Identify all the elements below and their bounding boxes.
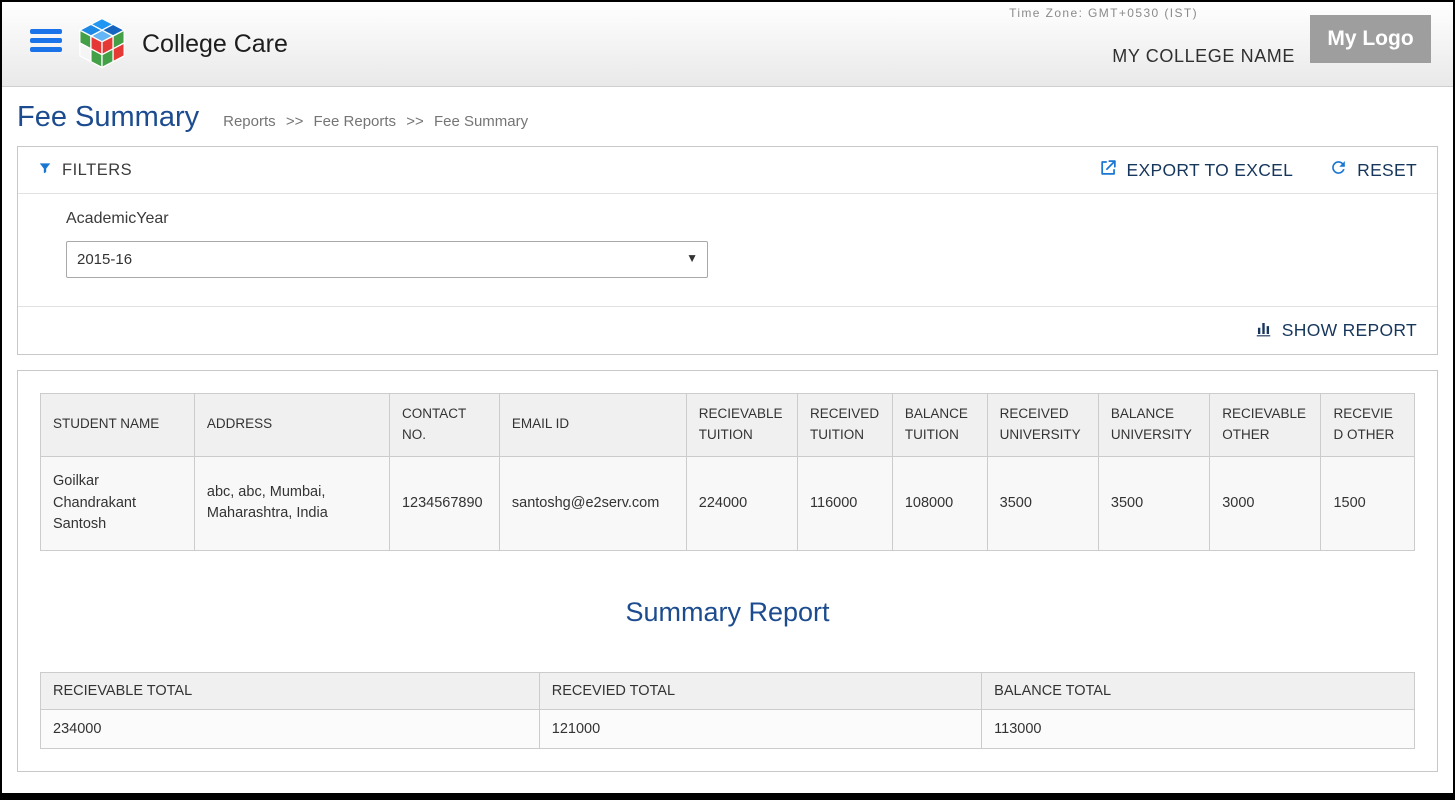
table-row: Goilkar Chandrakant Santosh abc, abc, Mu… [41,456,1415,550]
cell-recievable-other: 3000 [1210,456,1321,550]
col-header-received-tuition: RECEIVED TUITION [798,394,893,457]
col-header-student-name: STUDENT NAME [41,394,195,457]
export-icon [1099,158,1118,182]
col-header-email-id: EMAIL ID [499,394,686,457]
cell-received-university: 3500 [987,456,1098,550]
academic-year-select[interactable]: 2015-16 [66,241,708,278]
table-header-row: STUDENT NAME ADDRESS CONTACT NO. EMAIL I… [41,394,1415,457]
summary-header-row: RECIEVABLE TOTAL RECEVIED TOTAL BALANCE … [41,673,1415,710]
breadcrumb-item-reports[interactable]: Reports [223,113,276,130]
hamburger-menu-icon[interactable] [30,29,62,56]
bar-chart-icon [1254,319,1273,343]
breadcrumb: Reports >> Fee Reports >> Fee Summary [223,113,528,130]
academic-year-select-wrap: 2015-16 ▼ [66,241,708,278]
cell-recievable-tuition: 224000 [686,456,797,550]
title-row: Fee Summary Reports >> Fee Reports >> Fe… [17,101,1438,134]
breadcrumb-item-fee-summary: Fee Summary [434,113,528,130]
cell-student-name: Goilkar Chandrakant Santosh [41,456,195,550]
summary-report-title: Summary Report [40,597,1415,628]
college-logo-placeholder: My Logo [1310,15,1431,63]
timezone-label: Time Zone: GMT+0530 (IST) [1009,6,1198,20]
cell-contact-no: 1234567890 [389,456,499,550]
filters-body: AcademicYear 2015-16 ▼ [18,194,1437,306]
breadcrumb-separator: >> [406,113,424,130]
filters-title-label: FILTERS [62,161,132,180]
filters-footer: SHOW REPORT [18,306,1437,354]
filters-header: FILTERS EXPORT TO EXCEL RESET [18,147,1437,194]
breadcrumb-item-fee-reports[interactable]: Fee Reports [314,113,397,130]
cell-email-id: santoshg@e2serv.com [499,456,686,550]
app-logo-cube-icon [74,15,130,71]
page-title: Fee Summary [17,101,199,134]
college-name: MY COLLEGE NAME [1112,46,1295,67]
fee-report-table: STUDENT NAME ADDRESS CONTACT NO. EMAIL I… [40,393,1415,551]
show-report-label: SHOW REPORT [1282,320,1417,341]
app-header: College Care Time Zone: GMT+0530 (IST) M… [2,2,1453,87]
cell-received-tuition: 116000 [798,456,893,550]
summary-value-row: 234000 121000 113000 [41,710,1415,749]
export-to-excel-button[interactable]: EXPORT TO EXCEL [1099,158,1294,182]
summary-table: RECIEVABLE TOTAL RECEVIED TOTAL BALANCE … [40,672,1415,749]
col-header-received-university: RECEIVED UNIVERSITY [987,394,1098,457]
cell-balance-total: 113000 [982,710,1415,749]
show-report-button[interactable]: SHOW REPORT [1254,319,1417,343]
col-header-balance-total: BALANCE TOTAL [982,673,1415,710]
col-header-recievable-other: RECIEVABLE OTHER [1210,394,1321,457]
refresh-icon [1329,158,1348,182]
cell-recievable-total: 234000 [41,710,540,749]
col-header-balance-tuition: BALANCE TUITION [892,394,987,457]
filters-title: FILTERS [38,161,132,180]
cell-balance-tuition: 108000 [892,456,987,550]
page: College Care Time Zone: GMT+0530 (IST) M… [0,0,1455,800]
col-header-recievable-tuition: RECIEVABLE TUITION [686,394,797,457]
filter-funnel-icon [38,161,52,180]
filters-panel: FILTERS EXPORT TO EXCEL RESET Academ [17,146,1438,355]
export-to-excel-label: EXPORT TO EXCEL [1127,160,1294,181]
reset-button[interactable]: RESET [1329,158,1417,182]
academic-year-label: AcademicYear [66,210,1417,228]
col-header-address: ADDRESS [194,394,389,457]
breadcrumb-separator: >> [286,113,304,130]
cell-recevied-total: 121000 [539,710,981,749]
filters-actions: EXPORT TO EXCEL RESET [1099,158,1417,182]
cell-address: abc, abc, Mumbai, Maharashtra, India [194,456,389,550]
cell-recevied-other: 1500 [1321,456,1415,550]
report-panel: STUDENT NAME ADDRESS CONTACT NO. EMAIL I… [17,370,1438,772]
col-header-recevied-other: RECEVIED OTHER [1321,394,1415,457]
reset-label: RESET [1357,160,1417,181]
col-header-recevied-total: RECEVIED TOTAL [539,673,981,710]
app-name: College Care [142,30,288,59]
cell-balance-university: 3500 [1098,456,1209,550]
col-header-balance-university: BALANCE UNIVERSITY [1098,394,1209,457]
col-header-contact-no: CONTACT NO. [389,394,499,457]
col-header-recievable-total: RECIEVABLE TOTAL [41,673,540,710]
